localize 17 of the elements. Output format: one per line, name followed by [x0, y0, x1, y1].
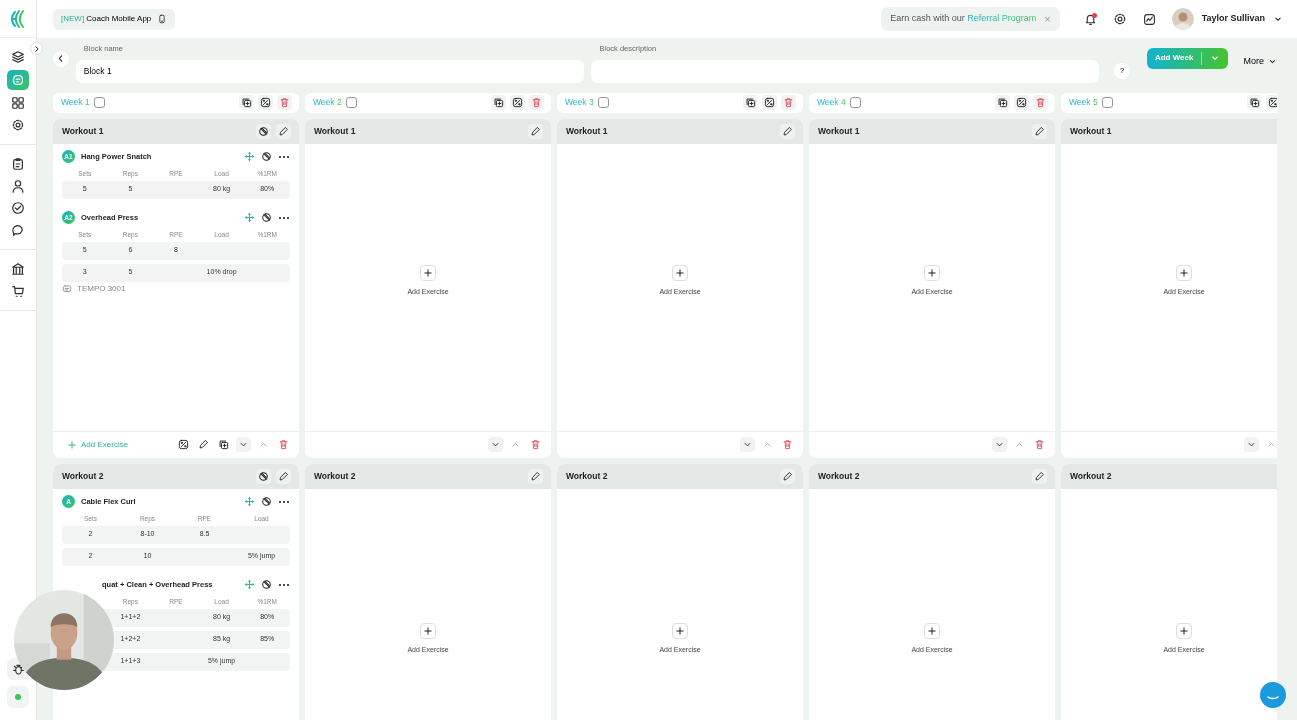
help-button[interactable]: ?: [1114, 62, 1130, 79]
user-name[interactable]: Taylor Sullivan: [1201, 12, 1265, 26]
exercise-note: TEMPO 3001: [77, 282, 126, 295]
app-promo-button[interactable]: [NEW] Coach Mobile App: [53, 8, 176, 30]
workout-title: Workout 2: [818, 469, 860, 483]
workout-title: Workout 2: [1070, 469, 1112, 483]
block-name-field[interactable]: Block 1: [75, 59, 585, 83]
referral-text: Earn cash with our Referral Program: [890, 12, 1037, 26]
workout-title: Workout 1: [314, 124, 356, 138]
workout-title: Workout 2: [62, 469, 104, 483]
workout-title: Workout 1: [566, 124, 608, 138]
workout-title: Workout 2: [314, 469, 356, 483]
more-button[interactable]: More: [1243, 55, 1277, 69]
workout-title: Workout 2: [566, 469, 608, 483]
workout-title: Workout 1: [818, 124, 860, 138]
workout-title: Workout 1: [1070, 124, 1112, 138]
workout-title: Workout 1: [62, 124, 104, 138]
